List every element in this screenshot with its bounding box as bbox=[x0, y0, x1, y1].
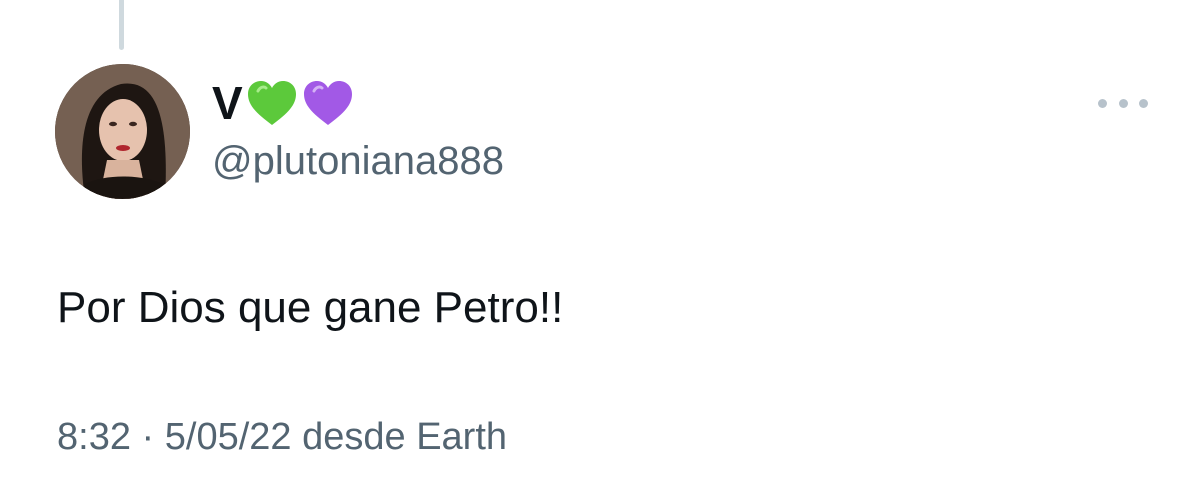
green-heart-icon bbox=[246, 79, 298, 127]
user-name-row[interactable]: V bbox=[212, 72, 354, 134]
display-name[interactable]: V bbox=[212, 80, 243, 126]
user-handle[interactable]: @plutoniana888 bbox=[212, 138, 504, 184]
more-dot-icon bbox=[1098, 98, 1107, 108]
avatar[interactable] bbox=[55, 64, 190, 199]
meta-separator: · bbox=[141, 416, 155, 458]
tweet-text: Por Dios que gane Petro!! bbox=[57, 283, 564, 332]
more-dot-icon bbox=[1118, 98, 1128, 108]
more-dot-icon bbox=[1139, 98, 1148, 108]
tweet-source: desde Earth bbox=[302, 416, 508, 458]
avatar-photo bbox=[55, 64, 190, 199]
thread-connector-line bbox=[119, 0, 124, 50]
tweet-metadata: 8:32 · 5/05/22 desde Earth bbox=[57, 414, 507, 460]
tweet-time[interactable]: 8:32 bbox=[57, 416, 131, 458]
more-options-button[interactable] bbox=[1098, 86, 1148, 120]
tweet-date[interactable]: 5/05/22 bbox=[165, 416, 292, 458]
purple-heart-icon bbox=[302, 79, 354, 127]
